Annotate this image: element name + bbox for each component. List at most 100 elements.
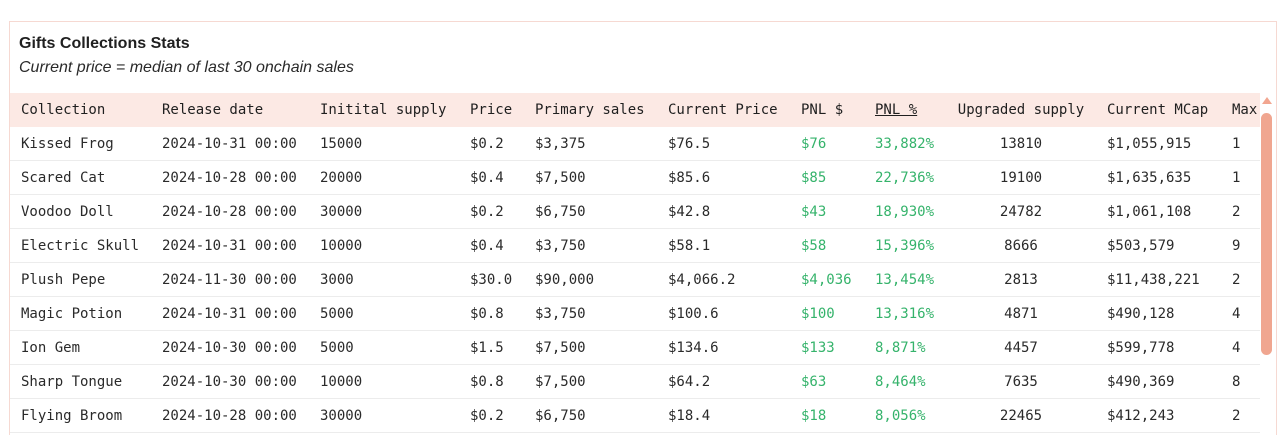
scrollbar-thumb[interactable] [1261, 113, 1272, 355]
cell-release-date: 2024-10-28 00:00 [151, 194, 309, 229]
cell-price: $0.8 [459, 364, 524, 399]
cell-release-date: 2024-10-28 00:00 [151, 398, 309, 433]
table-row[interactable]: Ion Gem 2024-10-30 00:00 5000 $1.5 $7,500 $13… [10, 330, 1260, 365]
cell-upgraded-supply: 8666 [946, 228, 1096, 263]
column-header-release-date[interactable]: Release date [151, 93, 309, 127]
cell-pnl-usd: $43 [790, 194, 864, 229]
cell-collection: Sharp Tongue [10, 364, 151, 399]
cell-current-price: $100.6 [657, 296, 790, 331]
cell-collection: Electric Skull [10, 228, 151, 263]
table-header-row: Collection Release date Initital supply … [10, 93, 1260, 127]
page-title: Gifts Collections Stats [19, 35, 190, 52]
cell-price: $0.2 [459, 398, 524, 433]
page-subtitle: Current price = median of last 30 onchai… [19, 59, 354, 76]
stats-table: Collection Release date Initital supply … [10, 93, 1260, 433]
cell-collection: Flying Broom [10, 398, 151, 433]
cell-current-mcap: $599,778 [1096, 330, 1221, 365]
cell-current-price: $64.2 [657, 364, 790, 399]
cell-current-price: $18.4 [657, 398, 790, 433]
cell-current-price: $76.5 [657, 127, 790, 161]
column-header-collection[interactable]: Collection [10, 93, 151, 127]
column-header-price[interactable]: Price [459, 93, 524, 127]
cell-primary-sales: $3,750 [524, 296, 657, 331]
column-header-current-price[interactable]: Current Price [657, 93, 790, 127]
cell-upgraded-supply: 13810 [946, 127, 1096, 161]
cell-collection: Voodoo Doll [10, 194, 151, 229]
cell-upgraded-supply: 4457 [946, 330, 1096, 365]
table-row[interactable]: Flying Broom 2024-10-28 00:00 30000 $0.2 $6,… [10, 398, 1260, 433]
column-header-pnl-usd[interactable]: PNL $ [790, 93, 864, 127]
cell-max: 2 [1221, 398, 1260, 433]
table-row[interactable]: Scared Cat 2024-10-28 00:00 20000 $0.4 $7,50… [10, 160, 1260, 195]
cell-pnl-percent: 18,930% [864, 194, 946, 229]
cell-initial-supply: 30000 [309, 398, 459, 433]
cell-upgraded-supply: 19100 [946, 160, 1096, 195]
table-row[interactable]: Kissed Frog 2024-10-31 00:00 15000 $0.2 $3,3… [10, 127, 1260, 161]
cell-pnl-percent: 8,871% [864, 330, 946, 365]
cell-max: 2 [1221, 194, 1260, 229]
cell-pnl-percent: 15,396% [864, 228, 946, 263]
cell-price: $0.2 [459, 194, 524, 229]
cell-max: 1 [1221, 127, 1260, 161]
table-container: Collection Release date Initital supply … [10, 93, 1260, 435]
cell-pnl-usd: $58 [790, 228, 864, 263]
cell-current-price: $4,066.2 [657, 262, 790, 297]
cell-primary-sales: $6,750 [524, 194, 657, 229]
table-row[interactable]: Voodoo Doll 2024-10-28 00:00 30000 $0.2 $6,7… [10, 194, 1260, 229]
cell-initial-supply: 30000 [309, 194, 459, 229]
cell-max: 4 [1221, 296, 1260, 331]
cell-collection: Ion Gem [10, 330, 151, 365]
cell-collection: Plush Pepe [10, 262, 151, 297]
cell-pnl-usd: $100 [790, 296, 864, 331]
cell-price: $0.2 [459, 127, 524, 161]
cell-initial-supply: 5000 [309, 330, 459, 365]
cell-upgraded-supply: 24782 [946, 194, 1096, 229]
cell-pnl-percent: 8,464% [864, 364, 946, 399]
cell-pnl-usd: $63 [790, 364, 864, 399]
table-body: Kissed Frog 2024-10-31 00:00 15000 $0.2 $3,3… [10, 127, 1260, 433]
cell-pnl-percent: 13,316% [864, 296, 946, 331]
cell-max: 8 [1221, 364, 1260, 399]
cell-pnl-percent: 8,056% [864, 398, 946, 433]
cell-collection: Scared Cat [10, 160, 151, 195]
table-row[interactable]: Plush Pepe 2024-11-30 00:00 3000 $30.0 $90,0… [10, 262, 1260, 297]
cell-current-mcap: $1,061,108 [1096, 194, 1221, 229]
scroll-up-arrow-icon[interactable] [1262, 97, 1272, 104]
cell-initial-supply: 5000 [309, 296, 459, 331]
cell-initial-supply: 3000 [309, 262, 459, 297]
cell-primary-sales: $7,500 [524, 364, 657, 399]
cell-current-mcap: $490,128 [1096, 296, 1221, 331]
vertical-scrollbar[interactable] [1258, 93, 1276, 435]
cell-price: $0.4 [459, 228, 524, 263]
cell-current-mcap: $490,369 [1096, 364, 1221, 399]
column-header-primary-sales[interactable]: Primary sales [524, 93, 657, 127]
cell-pnl-percent: 13,454% [864, 262, 946, 297]
cell-pnl-usd: $18 [790, 398, 864, 433]
cell-primary-sales: $7,500 [524, 160, 657, 195]
cell-release-date: 2024-10-30 00:00 [151, 364, 309, 399]
cell-initial-supply: 15000 [309, 127, 459, 161]
column-header-pnl-percent[interactable]: PNL % [864, 93, 946, 127]
cell-primary-sales: $3,375 [524, 127, 657, 161]
cell-price: $0.4 [459, 160, 524, 195]
cell-current-price: $134.6 [657, 330, 790, 365]
cell-pnl-usd: $76 [790, 127, 864, 161]
cell-release-date: 2024-10-28 00:00 [151, 160, 309, 195]
table-row[interactable]: Electric Skull 2024-10-31 00:00 10000 $0.4 $… [10, 228, 1260, 263]
table-row[interactable]: Sharp Tongue 2024-10-30 00:00 10000 $0.8 $7,… [10, 364, 1260, 399]
cell-upgraded-supply: 7635 [946, 364, 1096, 399]
column-header-current-mcap[interactable]: Current MCap [1096, 93, 1221, 127]
column-header-upgraded-supply[interactable]: Upgraded supply [946, 93, 1096, 127]
cell-current-price: $85.6 [657, 160, 790, 195]
cell-pnl-percent: 22,736% [864, 160, 946, 195]
table-row[interactable]: Magic Potion 2024-10-31 00:00 5000 $0.8 $3,7… [10, 296, 1260, 331]
cell-upgraded-supply: 2813 [946, 262, 1096, 297]
column-header-max[interactable]: Max [1221, 93, 1260, 127]
cell-price: $1.5 [459, 330, 524, 365]
cell-pnl-usd: $133 [790, 330, 864, 365]
cell-collection: Kissed Frog [10, 127, 151, 161]
column-header-initial-supply[interactable]: Initital supply [309, 93, 459, 127]
cell-release-date: 2024-10-31 00:00 [151, 296, 309, 331]
cell-max: 2 [1221, 262, 1260, 297]
cell-release-date: 2024-10-31 00:00 [151, 228, 309, 263]
